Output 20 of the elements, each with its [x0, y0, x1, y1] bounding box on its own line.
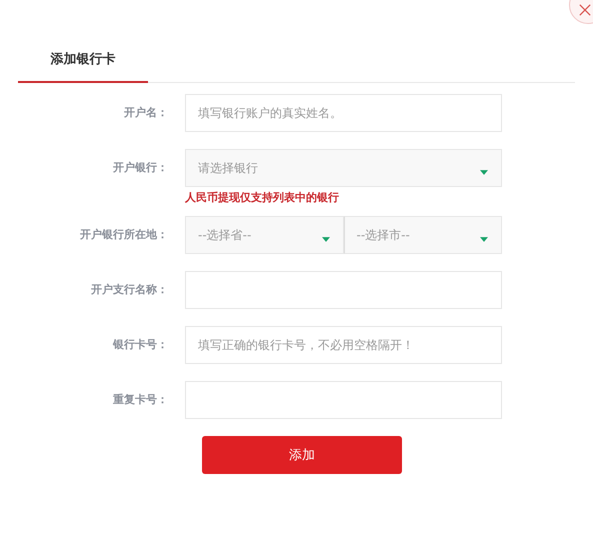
- select-dropdown[interactable]: --选择省--: [185, 216, 344, 254]
- caret-icon: [322, 236, 330, 242]
- input-field[interactable]: [185, 381, 502, 419]
- caret-icon: [480, 236, 488, 242]
- hint-text: 人民币提现仅支持列表中的银行: [185, 190, 340, 205]
- field-label: 银行卡号：: [112, 337, 169, 353]
- select-dropdown[interactable]: 请选择银行: [185, 149, 502, 187]
- close-icon: [579, 4, 591, 16]
- field-label: 重复卡号：: [112, 392, 169, 408]
- caret-icon: [480, 170, 488, 174]
- field-label: 开户银行所在地：: [79, 227, 169, 243]
- field-label: 开户支行名称：: [90, 282, 169, 298]
- field-label: 开户银行：: [112, 160, 169, 176]
- tab[interactable]: 添加银行卡: [18, 45, 148, 83]
- input-field[interactable]: 填写银行账户的真实姓名。: [185, 94, 502, 132]
- add-button[interactable]: 添加: [202, 436, 402, 474]
- select-dropdown[interactable]: --选择市--: [344, 216, 502, 254]
- input-field[interactable]: [185, 271, 502, 309]
- input-field[interactable]: 填写正确的银行卡号，不必用空格隔开！: [185, 326, 502, 364]
- field-label: 开户名：: [123, 105, 169, 121]
